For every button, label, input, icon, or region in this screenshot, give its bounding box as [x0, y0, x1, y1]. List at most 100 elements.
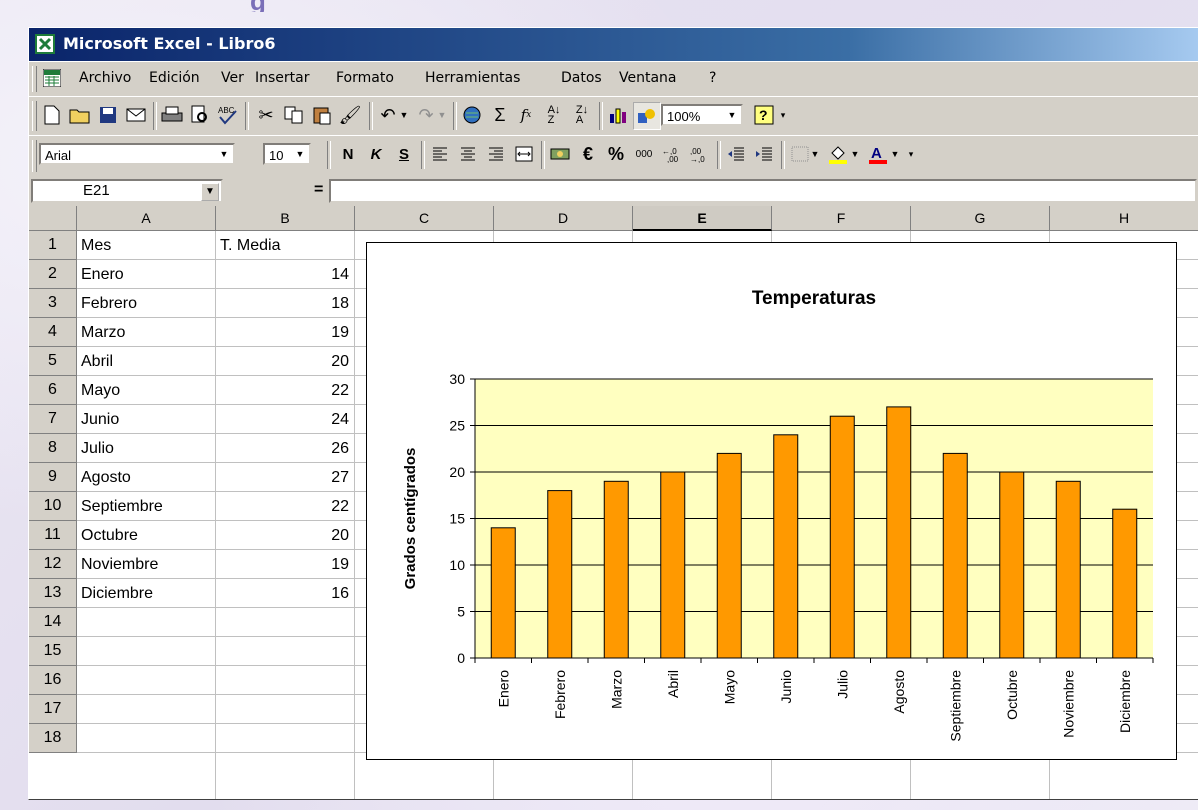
cell-b8[interactable]: 26: [216, 434, 355, 463]
drawing-icon[interactable]: [633, 102, 661, 130]
row-header-11[interactable]: 11: [29, 521, 77, 550]
menu-ventana[interactable]: Ventana: [619, 70, 677, 86]
hyperlink-icon[interactable]: [459, 102, 485, 128]
chart-object[interactable]: Temperaturas 0 5 10 15 20 25 30 Grados centígrad…: [366, 242, 1177, 760]
menu-archivo[interactable]: Archivo: [79, 70, 131, 86]
row-header-5[interactable]: 5: [29, 347, 77, 376]
menu-help[interactable]: ?: [709, 70, 716, 86]
cell-b2[interactable]: 14: [216, 260, 355, 289]
menu-formato[interactable]: Formato: [336, 70, 394, 86]
worksheet-grid[interactable]: A B C D E F G H 1 2 3 4 5 6 7 8 9 10 11 12 13 14 15 16 1…: [29, 206, 1198, 799]
cell-a10[interactable]: Septiembre: [77, 492, 216, 521]
column-header-d[interactable]: D: [494, 206, 633, 231]
row-header-2[interactable]: 2: [29, 260, 77, 289]
zoom-select[interactable]: 100% ▼: [661, 104, 743, 126]
column-header-e[interactable]: E: [633, 206, 772, 231]
fill-color-dropdown-icon[interactable]: ▼: [849, 141, 861, 167]
cell-a11[interactable]: Octubre: [77, 521, 216, 550]
cell-b3[interactable]: 18: [216, 289, 355, 318]
cell-b10[interactable]: 22: [216, 492, 355, 521]
menu-datos[interactable]: Datos: [561, 70, 602, 86]
currency-icon[interactable]: [547, 141, 573, 167]
redo-dropdown-icon[interactable]: ▼: [435, 102, 449, 128]
decrease-indent-icon[interactable]: [723, 141, 749, 167]
fill-color-icon[interactable]: [825, 141, 851, 167]
euro-button[interactable]: €: [575, 141, 601, 167]
row-header-6[interactable]: 6: [29, 376, 77, 405]
chevron-down-icon[interactable]: ▼: [201, 183, 219, 201]
cell-a1[interactable]: Mes: [77, 231, 216, 260]
help-icon[interactable]: ?: [751, 102, 777, 128]
sort-ascending-icon[interactable]: A↓ Z: [541, 102, 567, 128]
increase-decimal-icon[interactable]: ←,0,00: [659, 141, 685, 167]
print-preview-icon[interactable]: [187, 102, 213, 128]
cell-b1[interactable]: T. Media: [216, 231, 355, 260]
font-size-select[interactable]: 10 ▼: [263, 143, 311, 165]
underline-button[interactable]: S: [391, 141, 417, 167]
align-center-icon[interactable]: [455, 141, 481, 167]
row-header-14[interactable]: 14: [29, 608, 77, 637]
workbook-icon[interactable]: [43, 69, 61, 87]
cell-a4[interactable]: Marzo: [77, 318, 216, 347]
row-header-3[interactable]: 3: [29, 289, 77, 318]
email-icon[interactable]: [123, 102, 149, 128]
select-all-corner[interactable]: [29, 206, 77, 231]
font-color-icon[interactable]: A: [865, 141, 891, 167]
column-header-a[interactable]: A: [77, 206, 216, 231]
save-icon[interactable]: [95, 102, 121, 128]
cell-b9[interactable]: 27: [216, 463, 355, 492]
excel-app-icon[interactable]: [35, 34, 55, 54]
cell-a12[interactable]: Noviembre: [77, 550, 216, 579]
toolbar-options-icon[interactable]: ▾: [777, 102, 789, 128]
chevron-down-icon[interactable]: ▼: [217, 147, 231, 161]
new-icon[interactable]: [39, 102, 65, 128]
menu-edicion[interactable]: Edición: [149, 70, 200, 86]
title-bar[interactable]: Microsoft Excel - Libro6: [29, 28, 1198, 61]
align-right-icon[interactable]: [483, 141, 509, 167]
menu-herramientas[interactable]: Herramientas: [425, 70, 520, 86]
align-left-icon[interactable]: [427, 141, 453, 167]
toolbar-options-icon[interactable]: ▾: [905, 141, 917, 167]
borders-dropdown-icon[interactable]: ▼: [809, 141, 821, 167]
cell-a2[interactable]: Enero: [77, 260, 216, 289]
row-header-1[interactable]: 1: [29, 231, 77, 260]
sort-descending-icon[interactable]: Z↓ A: [569, 102, 595, 128]
row-header-15[interactable]: 15: [29, 637, 77, 666]
cut-icon[interactable]: ✂: [253, 102, 279, 128]
paste-icon[interactable]: [309, 102, 335, 128]
toolbar-grip[interactable]: [32, 101, 37, 131]
italic-button[interactable]: K: [363, 141, 389, 167]
font-color-dropdown-icon[interactable]: ▼: [889, 141, 901, 167]
row-header-7[interactable]: 7: [29, 405, 77, 434]
cell-b13[interactable]: 16: [216, 579, 355, 608]
chart-wizard-icon[interactable]: [605, 102, 631, 128]
column-header-g[interactable]: G: [911, 206, 1050, 231]
menu-insertar[interactable]: Insertar: [255, 70, 310, 86]
cell-b4[interactable]: 19: [216, 318, 355, 347]
row-header-8[interactable]: 8: [29, 434, 77, 463]
column-header-f[interactable]: F: [772, 206, 911, 231]
column-header-h[interactable]: H: [1050, 206, 1198, 231]
cell-a3[interactable]: Febrero: [77, 289, 216, 318]
chevron-down-icon[interactable]: ▼: [293, 147, 307, 161]
thousands-separator-button[interactable]: 000: [631, 141, 657, 167]
autosum-icon[interactable]: Σ: [487, 102, 513, 128]
cell-a6[interactable]: Mayo: [77, 376, 216, 405]
cell-b11[interactable]: 20: [216, 521, 355, 550]
row-header-9[interactable]: 9: [29, 463, 77, 492]
name-box[interactable]: E21 ▼: [31, 179, 223, 203]
cell-a13[interactable]: Diciembre: [77, 579, 216, 608]
cell-b12[interactable]: 19: [216, 550, 355, 579]
cell-a5[interactable]: Abril: [77, 347, 216, 376]
copy-icon[interactable]: [281, 102, 307, 128]
cell-b6[interactable]: 22: [216, 376, 355, 405]
cell-a7[interactable]: Junio: [77, 405, 216, 434]
cell-b5[interactable]: 20: [216, 347, 355, 376]
percent-button[interactable]: %: [603, 141, 629, 167]
format-painter-icon[interactable]: 🖌: [337, 102, 363, 128]
increase-indent-icon[interactable]: [751, 141, 777, 167]
function-icon[interactable]: fx: [513, 102, 539, 128]
row-header-16[interactable]: 16: [29, 666, 77, 695]
cell-a9[interactable]: Agosto: [77, 463, 216, 492]
formula-input[interactable]: [329, 179, 1197, 203]
